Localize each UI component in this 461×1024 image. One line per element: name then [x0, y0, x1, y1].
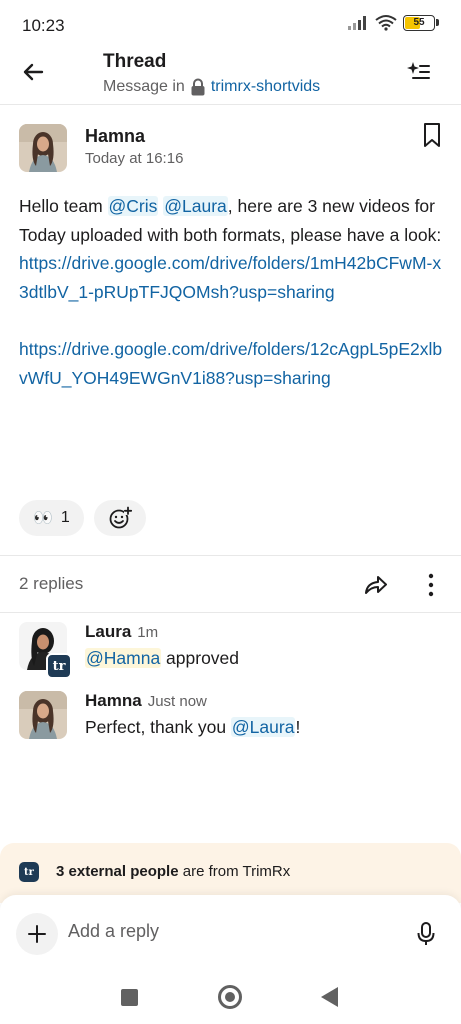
- message-text: Hello team: [19, 196, 108, 216]
- sparkle-list-icon[interactable]: [405, 59, 431, 85]
- replies-bar: 2 replies: [0, 557, 461, 613]
- status-time: 10:23: [22, 16, 65, 35]
- subtitle-prefix: Message in: [103, 78, 185, 95]
- reply-text: Perfect, thank you @Laura!: [85, 717, 300, 738]
- avatar[interactable]: [19, 124, 67, 172]
- replies-count: 2 replies: [19, 574, 84, 593]
- author-name: Hamna: [85, 691, 142, 710]
- share-icon[interactable]: [363, 572, 389, 598]
- external-people-banner[interactable]: tr 3 external people are from TrimRx: [0, 843, 461, 903]
- channel-link[interactable]: trimrx-shortvids: [211, 78, 320, 96]
- battery-level: 55: [413, 17, 425, 28]
- add-emoji-icon: [109, 506, 132, 529]
- reaction-count: 1: [60, 509, 70, 526]
- signal-icon: [348, 15, 366, 30]
- avatar[interactable]: [19, 691, 67, 739]
- reply-time: 1m: [137, 624, 159, 641]
- eyes-emoji: 👀: [33, 510, 53, 527]
- message-author[interactable]: Hamna: [85, 126, 145, 147]
- reply-item: tr Laura 1m @Hamna approved: [0, 622, 461, 682]
- external-people-text: 3 external people are from TrimRx: [56, 863, 290, 880]
- bookmark-icon[interactable]: [421, 122, 443, 148]
- status-icons: 55: [347, 14, 439, 31]
- recent-apps-button[interactable]: [121, 989, 138, 1006]
- thread-header: Thread Message in trimrx-shortvids: [0, 45, 461, 105]
- avatar-image: [19, 691, 67, 739]
- header-subtitle: Message in trimrx-shortvids: [103, 78, 320, 96]
- back-button[interactable]: [321, 987, 338, 1007]
- arrow-left-icon[interactable]: [20, 59, 46, 85]
- avatar-image: [19, 124, 67, 172]
- reply-text: @Hamna approved: [85, 648, 239, 669]
- mention[interactable]: @Cris: [107, 196, 159, 216]
- battery-tip: [436, 19, 439, 26]
- reply-author[interactable]: Laura 1m: [85, 622, 158, 642]
- attach-button[interactable]: [16, 913, 58, 955]
- reply-item: Hamna Just now Perfect, thank you @Laura!: [0, 691, 461, 751]
- divider: [0, 555, 461, 556]
- battery-icon: 55: [403, 14, 435, 31]
- message-body: Hello team @Cris @Laura, here are 3 new …: [19, 192, 449, 393]
- org-badge: tr: [46, 653, 72, 679]
- drive-link[interactable]: https://drive.google.com/drive/folders/1…: [19, 339, 442, 388]
- reply-text-content: approved: [161, 648, 240, 668]
- add-reaction-button[interactable]: [93, 500, 146, 536]
- org-icon: tr: [19, 862, 39, 882]
- lock-icon: [191, 78, 205, 96]
- home-button[interactable]: [218, 985, 242, 1009]
- reply-text-content: !: [295, 717, 301, 737]
- drive-link[interactable]: https://drive.google.com/drive/folders/1…: [19, 253, 441, 302]
- reply-author[interactable]: Hamna Just now: [85, 691, 207, 711]
- reaction-pill[interactable]: 👀 1: [19, 500, 84, 536]
- mention[interactable]: @Laura: [163, 196, 228, 216]
- reply-time: Just now: [147, 693, 207, 710]
- more-vertical-icon[interactable]: [421, 571, 441, 599]
- wifi-icon: [375, 15, 397, 31]
- author-name: Laura: [85, 622, 132, 641]
- message-timestamp: Today at 16:16: [85, 150, 184, 167]
- reply-text-content: Perfect, thank you: [85, 717, 231, 737]
- home-dot: [225, 992, 235, 1002]
- mention[interactable]: @Laura: [230, 717, 296, 737]
- microphone-icon[interactable]: [415, 921, 437, 947]
- mention[interactable]: @Hamna: [85, 648, 162, 668]
- plus-icon: [28, 925, 46, 943]
- reply-input[interactable]: [68, 921, 368, 942]
- reactions-row: 👀 1: [19, 500, 146, 536]
- external-count: 3 external people: [56, 863, 179, 880]
- external-org: are from TrimRx: [178, 863, 291, 880]
- page-title: Thread: [103, 51, 167, 72]
- system-nav-bar: [0, 973, 461, 1024]
- reply-composer: [0, 895, 461, 973]
